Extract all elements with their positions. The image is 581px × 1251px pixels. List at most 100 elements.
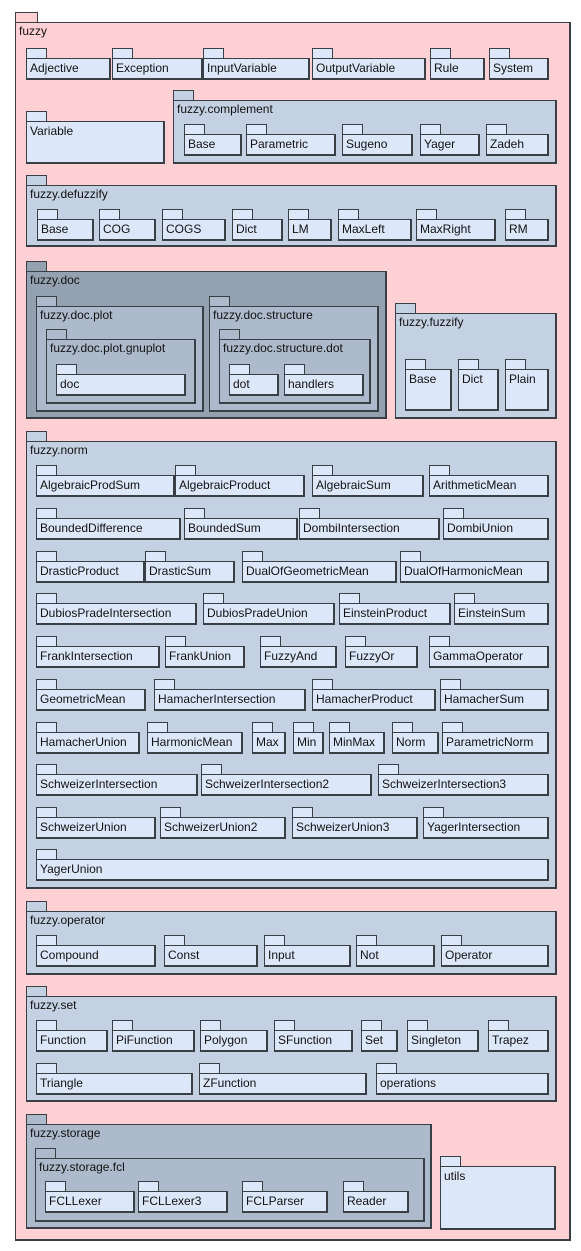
module-utils[interactable]: utils: [440, 1156, 556, 1230]
module-triangle[interactable]: Triangle: [36, 1063, 193, 1095]
module-const[interactable]: Const: [164, 935, 258, 967]
module-reader[interactable]: Reader: [343, 1181, 409, 1213]
module-schweizerunion2[interactable]: SchweizerUnion2: [160, 807, 286, 839]
module-adjective[interactable]: Adjective: [26, 48, 111, 80]
module-fuzzyor[interactable]: FuzzyOr: [345, 636, 418, 668]
package-body: SFunction: [274, 1030, 353, 1052]
module-dict[interactable]: Dict: [232, 209, 283, 241]
module-base[interactable]: Base: [405, 359, 452, 411]
module-function[interactable]: Function: [36, 1020, 108, 1052]
module-hamacherunion[interactable]: HamacherUnion: [36, 722, 140, 754]
module-maxleft[interactable]: MaxLeft: [338, 209, 412, 241]
module-variable[interactable]: Variable: [26, 111, 165, 164]
module-polygon[interactable]: Polygon: [200, 1020, 268, 1052]
module-minmax[interactable]: MinMax: [329, 722, 385, 754]
module-fuzzyand[interactable]: FuzzyAnd: [260, 636, 337, 668]
module-yager[interactable]: Yager: [420, 124, 480, 156]
package-fuzzy-set[interactable]: fuzzy.set Function PiFunction Polygon SFunct…: [26, 986, 557, 1102]
module-trapez[interactable]: Trapez: [488, 1020, 549, 1052]
module-min[interactable]: Min: [293, 722, 324, 754]
module-cog[interactable]: COG: [99, 209, 156, 241]
module-schweizerintersection3[interactable]: SchweizerIntersection3: [378, 764, 549, 796]
module-harmonicmean[interactable]: HarmonicMean: [147, 722, 243, 754]
module-arithmeticmean[interactable]: ArithmeticMean: [429, 465, 549, 497]
module-lm[interactable]: LM: [288, 209, 332, 241]
module-operations[interactable]: operations: [376, 1063, 549, 1095]
module-fclparser[interactable]: FCLParser: [242, 1181, 328, 1213]
module-drasticsum[interactable]: DrasticSum: [145, 551, 235, 583]
module-zfunction[interactable]: ZFunction: [199, 1063, 367, 1095]
module-not[interactable]: Not: [356, 935, 435, 967]
module-rule[interactable]: Rule: [430, 48, 485, 80]
module-dombiintersection[interactable]: DombiIntersection: [299, 508, 440, 540]
module-boundeddifference[interactable]: BoundedDifference: [36, 508, 181, 540]
module-outputvariable[interactable]: OutputVariable: [312, 48, 426, 80]
module-cogs[interactable]: COGS: [162, 209, 226, 241]
module-compound[interactable]: Compound: [36, 935, 156, 967]
package-fuzzy-storage[interactable]: fuzzy.storage fuzzy.storage.fcl FCLLexer FC…: [26, 1114, 432, 1229]
module-base[interactable]: Base: [184, 124, 242, 156]
module-hamacherproduct[interactable]: HamacherProduct: [312, 679, 436, 711]
module-max[interactable]: Max: [252, 722, 286, 754]
module-dombiunion[interactable]: DombiUnion: [443, 508, 549, 540]
module-gammaoperator[interactable]: GammaOperator: [429, 636, 549, 668]
module-frankintersection[interactable]: FrankIntersection: [36, 636, 160, 668]
module-dubiospradeunion[interactable]: DubiosPradeUnion: [203, 593, 335, 625]
module-yagerunion[interactable]: YagerUnion: [36, 849, 549, 881]
module-einsteinsum[interactable]: EinsteinSum: [454, 593, 549, 625]
module-maxright[interactable]: MaxRight: [416, 209, 496, 241]
module-dualofharmonicmean[interactable]: DualOfHarmonicMean: [400, 551, 549, 583]
package-fuzzy-defuzzify[interactable]: fuzzy.defuzzify Base COG COGS Dict LM MaxLeft M…: [26, 175, 557, 247]
module-yagerintersection[interactable]: YagerIntersection: [423, 807, 549, 839]
module-rm[interactable]: RM: [505, 209, 549, 241]
module-doc[interactable]: doc: [56, 364, 186, 396]
module-singleton[interactable]: Singleton: [407, 1020, 479, 1052]
module-geometricmean[interactable]: GeometricMean: [36, 679, 146, 711]
module-dubiospradeintersection[interactable]: DubiosPradeIntersection: [36, 593, 197, 625]
module-fcllexer[interactable]: FCLLexer: [45, 1181, 135, 1213]
module-dualofgeometricmean[interactable]: DualOfGeometricMean: [242, 551, 397, 583]
module-system[interactable]: System: [489, 48, 549, 80]
module-boundedsum[interactable]: BoundedSum: [184, 508, 298, 540]
module-hamacherintersection[interactable]: HamacherIntersection: [154, 679, 306, 711]
module-plain[interactable]: Plain: [505, 359, 549, 411]
module-parametric[interactable]: Parametric: [246, 124, 336, 156]
module-algebraicprodsum[interactable]: AlgebraicProdSum: [36, 465, 175, 497]
module-input[interactable]: Input: [264, 935, 351, 967]
module-dot[interactable]: dot: [229, 364, 279, 396]
package-fuzzy-norm[interactable]: fuzzy.norm AlgebraicProdSum AlgebraicProdu…: [26, 431, 557, 889]
module-frankunion[interactable]: FrankUnion: [165, 636, 245, 668]
module-operator[interactable]: Operator: [441, 935, 549, 967]
module-algebraicproduct[interactable]: AlgebraicProduct: [175, 465, 305, 497]
module-norm[interactable]: Norm: [392, 722, 439, 754]
module-parametricnorm[interactable]: ParametricNorm: [442, 722, 549, 754]
package-fuzzy-storage-fcl[interactable]: fuzzy.storage.fcl FCLLexer FCLLexer3 FCLPar…: [35, 1148, 425, 1222]
package-fuzzy-complement[interactable]: fuzzy.complement Base Parametric Sugeno Yage…: [173, 90, 557, 164]
package-fuzzify[interactable]: fuzzy.fuzzify Base Dict Plain: [395, 303, 557, 419]
module-base[interactable]: Base: [37, 209, 94, 241]
module-set[interactable]: Set: [361, 1020, 398, 1052]
module-fcllexer3[interactable]: FCLLexer3: [138, 1181, 228, 1213]
module-schweizerintersection[interactable]: SchweizerIntersection: [36, 764, 198, 796]
module-einsteinproduct[interactable]: EinsteinProduct: [339, 593, 451, 625]
module-handlers[interactable]: handlers: [284, 364, 364, 396]
module-schweizerintersection2[interactable]: SchweizerIntersection2: [201, 764, 372, 796]
package-fuzzy-doc-plot-gnuplot[interactable]: fuzzy.doc.plot.gnuplot doc: [46, 329, 196, 404]
module-hamachersum[interactable]: HamacherSum: [440, 679, 549, 711]
module-sugeno[interactable]: Sugeno: [342, 124, 413, 156]
package-fuzzy-doc[interactable]: fuzzy.doc fuzzy.doc.plot fuzzy.doc.plot.gn…: [26, 261, 387, 419]
module-schweizerunion3[interactable]: SchweizerUnion3: [292, 807, 418, 839]
module-sfunction[interactable]: SFunction: [274, 1020, 353, 1052]
package-fuzzy-doc-plot[interactable]: fuzzy.doc.plot fuzzy.doc.plot.gnuplot doc: [36, 296, 204, 412]
module-pifunction[interactable]: PiFunction: [112, 1020, 195, 1052]
module-dict[interactable]: Dict: [458, 359, 499, 411]
module-exception[interactable]: Exception: [112, 48, 203, 80]
module-inputvariable[interactable]: InputVariable: [203, 48, 310, 80]
package-fuzzy-doc-structure-dot[interactable]: fuzzy.doc.structure.dot dot handlers: [219, 329, 371, 404]
package-fuzzy-operator[interactable]: fuzzy.operator Compound Const Input Not Opera…: [26, 901, 557, 975]
module-schweizerunion[interactable]: SchweizerUnion: [36, 807, 156, 839]
module-drasticproduct[interactable]: DrasticProduct: [36, 551, 145, 583]
package-fuzzy-doc-structure[interactable]: fuzzy.doc.structure fuzzy.doc.structure.d…: [209, 296, 379, 412]
module-algebraicsum[interactable]: AlgebraicSum: [312, 465, 424, 497]
module-zadeh[interactable]: Zadeh: [486, 124, 549, 156]
